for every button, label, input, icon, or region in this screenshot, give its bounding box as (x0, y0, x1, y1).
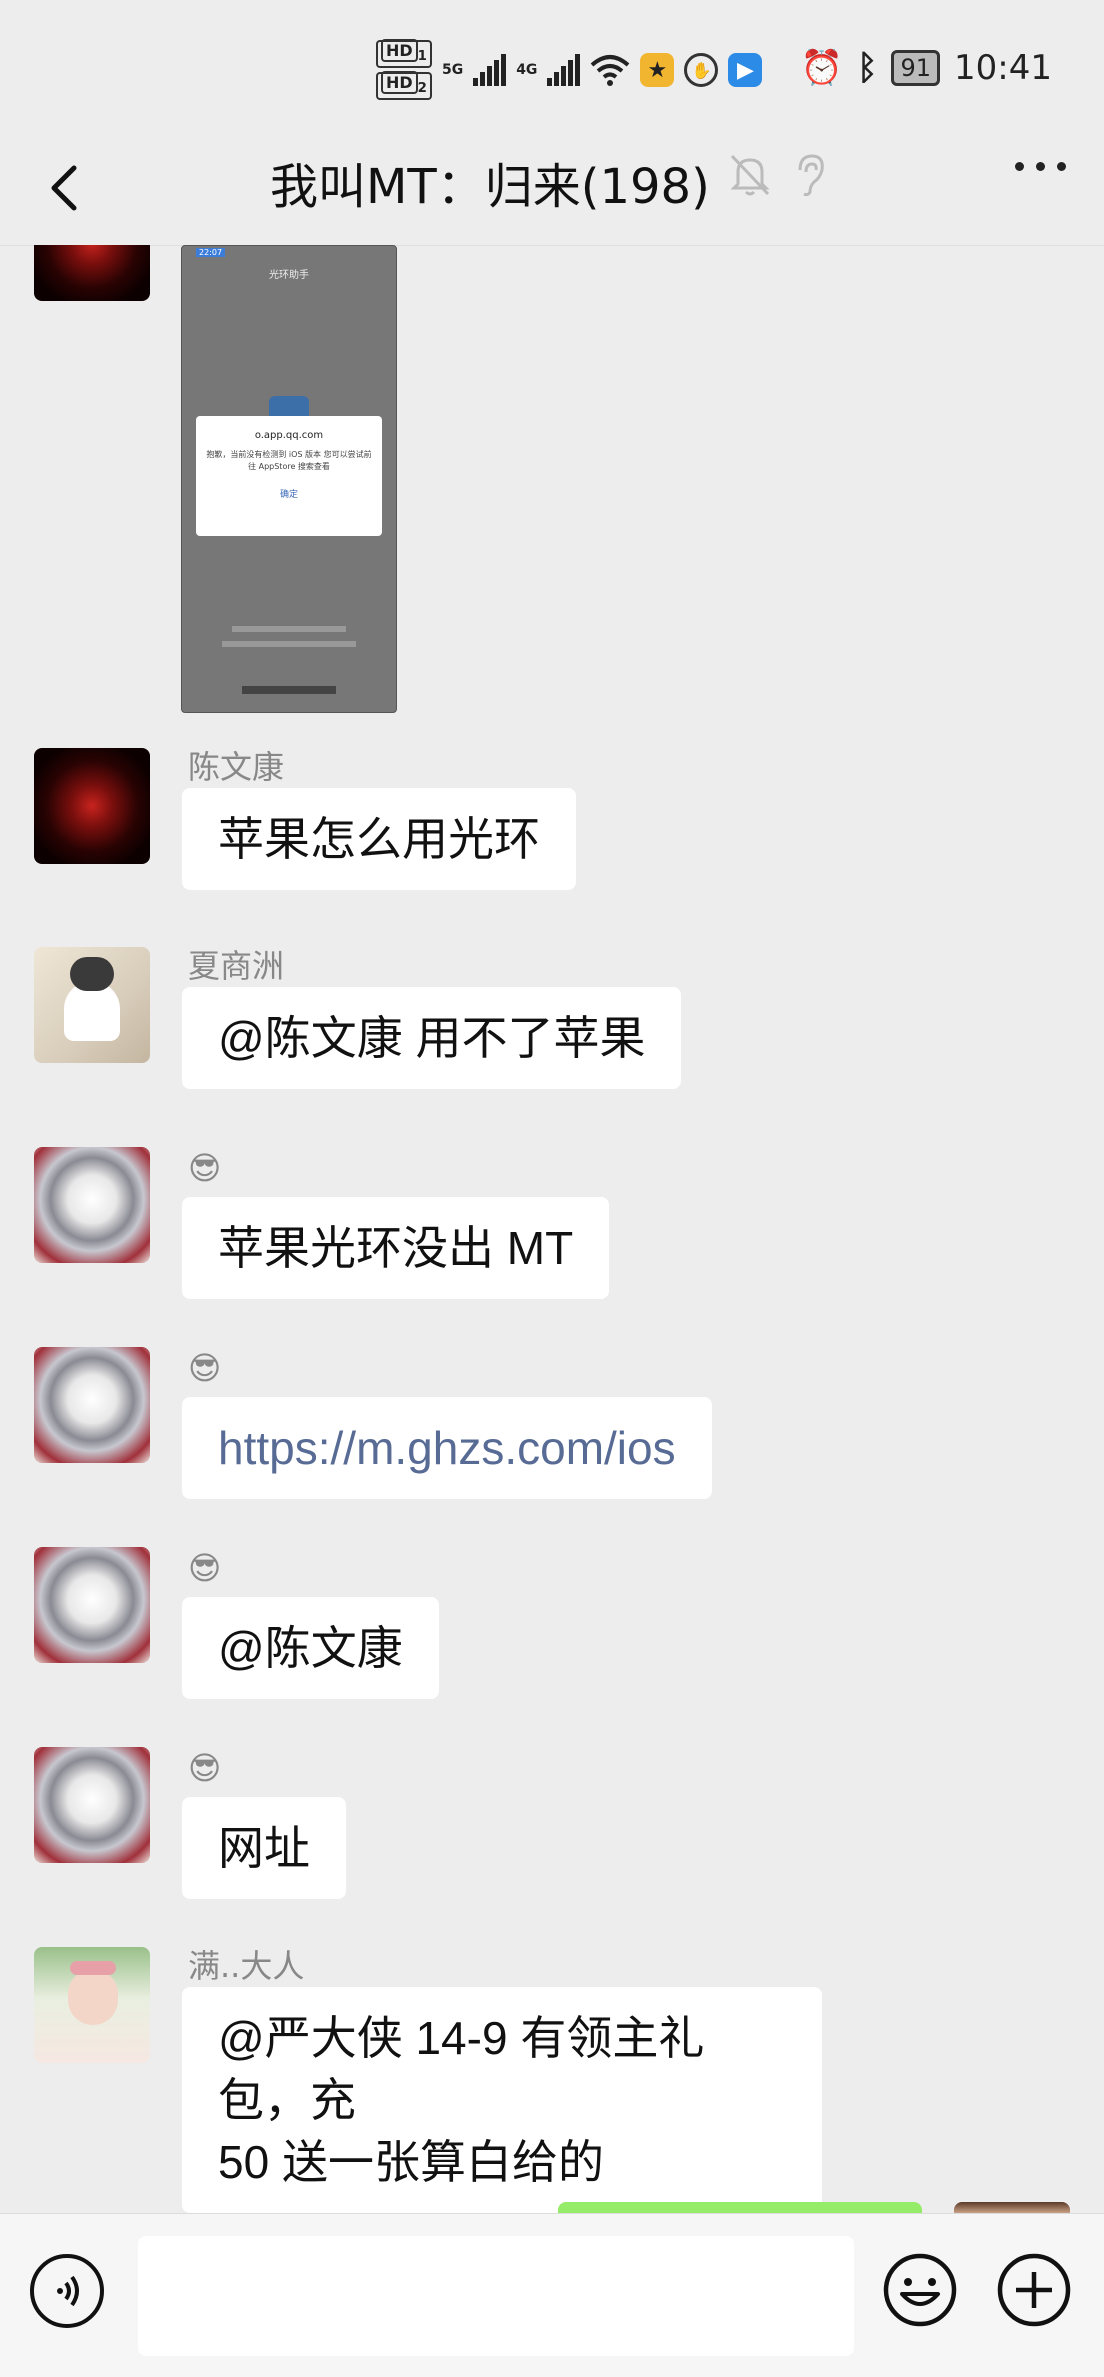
hd-indicator: HD 1 HD 2 (376, 39, 432, 101)
hd1-sub: 1 (417, 49, 427, 65)
sender-name: 😎 (188, 1549, 222, 1587)
signal-icon (473, 54, 507, 87)
kid-avatar[interactable] (34, 947, 150, 1063)
opera-avatar[interactable] (34, 1547, 150, 1663)
screenshot-title: 光环助手 (269, 270, 309, 281)
rose-avatar[interactable] (34, 748, 150, 864)
voice-icon[interactable] (30, 2254, 104, 2328)
message-list[interactable]: 22:07 光环助手 o.app.qq.com 抱歉，当前没有检测到 iOS 版… (0, 245, 1104, 2213)
opera-avatar[interactable] (34, 1147, 150, 1263)
sender-name: 陈文康 (188, 748, 285, 786)
game-app-icon: ★ (640, 53, 675, 88)
screenshot-header: 22:07 光环助手 (182, 246, 396, 282)
screenshot-image[interactable]: 22:07 光环助手 o.app.qq.com 抱歉，当前没有检测到 iOS 版… (181, 245, 397, 713)
input-bar (0, 2213, 1104, 2377)
signal-icon-2 (547, 54, 581, 87)
status-right: ⏰ ᛒ 91 10:41 (801, 48, 1052, 88)
ear-icon (798, 154, 824, 197)
message-bubble[interactable]: @陈文康 (182, 1597, 439, 1699)
message-bubble[interactable]: @严大侠 14-9 有领主礼包，充 50 送一张算白给的 (182, 1987, 822, 2213)
message-bubble[interactable]: 苹果怎么用光环 (182, 788, 576, 890)
alarm-icon: ⏰ (800, 48, 844, 88)
arrow-app-icon: ▶ (728, 53, 763, 88)
dialog-ok: 确定 (279, 490, 298, 500)
bluetooth-icon: ᛒ (857, 48, 878, 88)
chat-header: 我叫MT：归来(198) (0, 130, 1104, 246)
screenshot-footer-line-2 (222, 641, 356, 647)
status-left: HD 1 HD 2 5G 4G ★ ✋ ▶ (376, 39, 763, 101)
link-bubble[interactable]: https://m.ghzs.com/ios (182, 1397, 712, 1499)
dialog-body: 抱歉，当前没有检测到 iOS 版本 您可以尝试前往 AppStore 搜索查看 (206, 450, 372, 471)
dialog-title: o.app.qq.com (254, 430, 324, 441)
screenshot-footer-line (232, 626, 346, 632)
network-5g-label: 5G (441, 62, 464, 79)
message-input[interactable] (138, 2236, 854, 2356)
message-bubble[interactable]: 苹果光环没出 MT (182, 1197, 610, 1299)
hd2-label: HD (381, 71, 418, 95)
screenshot-time: 22:07 (196, 248, 226, 257)
emoji-icon[interactable] (880, 2250, 960, 2330)
sender-name: 😎 (188, 1349, 222, 1387)
opera-avatar[interactable] (34, 1347, 150, 1463)
status-time: 10:41 (954, 48, 1052, 88)
message-bubble[interactable]: 网址 (182, 1797, 346, 1899)
chat-title: 我叫MT：归来(198) (270, 159, 710, 215)
plus-icon[interactable] (994, 2250, 1074, 2330)
battery-icon: 91 (891, 50, 941, 86)
self-avatar[interactable] (954, 2202, 1070, 2213)
message-bubble[interactable]: @陈文康 用不了苹果 (182, 987, 682, 1089)
hd2-sub: 2 (417, 81, 427, 97)
sender-name: 满..大人 (188, 1947, 305, 1985)
hd1-label: HD (381, 39, 418, 62)
sender-name: 夏商洲 (188, 947, 285, 985)
mute-bell-icon (730, 154, 770, 196)
screenshot-dialog: o.app.qq.com 抱歉，当前没有检测到 iOS 版本 您可以尝试前往 A… (196, 416, 382, 536)
status-bar: HD 1 HD 2 5G 4G ★ ✋ ▶ ⏰ ᛒ 91 10:41 (0, 0, 1104, 130)
network-4g-label: 4G (516, 62, 538, 79)
back-icon[interactable] (32, 152, 102, 222)
baby-avatar[interactable] (34, 1947, 150, 2063)
sender-name: 😎 (188, 1149, 222, 1187)
more-icon[interactable] (1015, 162, 1066, 171)
opera-avatar[interactable] (34, 1747, 150, 1863)
hand-app-icon: ✋ (684, 53, 719, 88)
screenshot-footer-logo (242, 686, 336, 694)
sender-name: 😎 (188, 1749, 222, 1787)
rose-avatar[interactable] (34, 245, 150, 301)
wifi-icon (591, 55, 630, 87)
